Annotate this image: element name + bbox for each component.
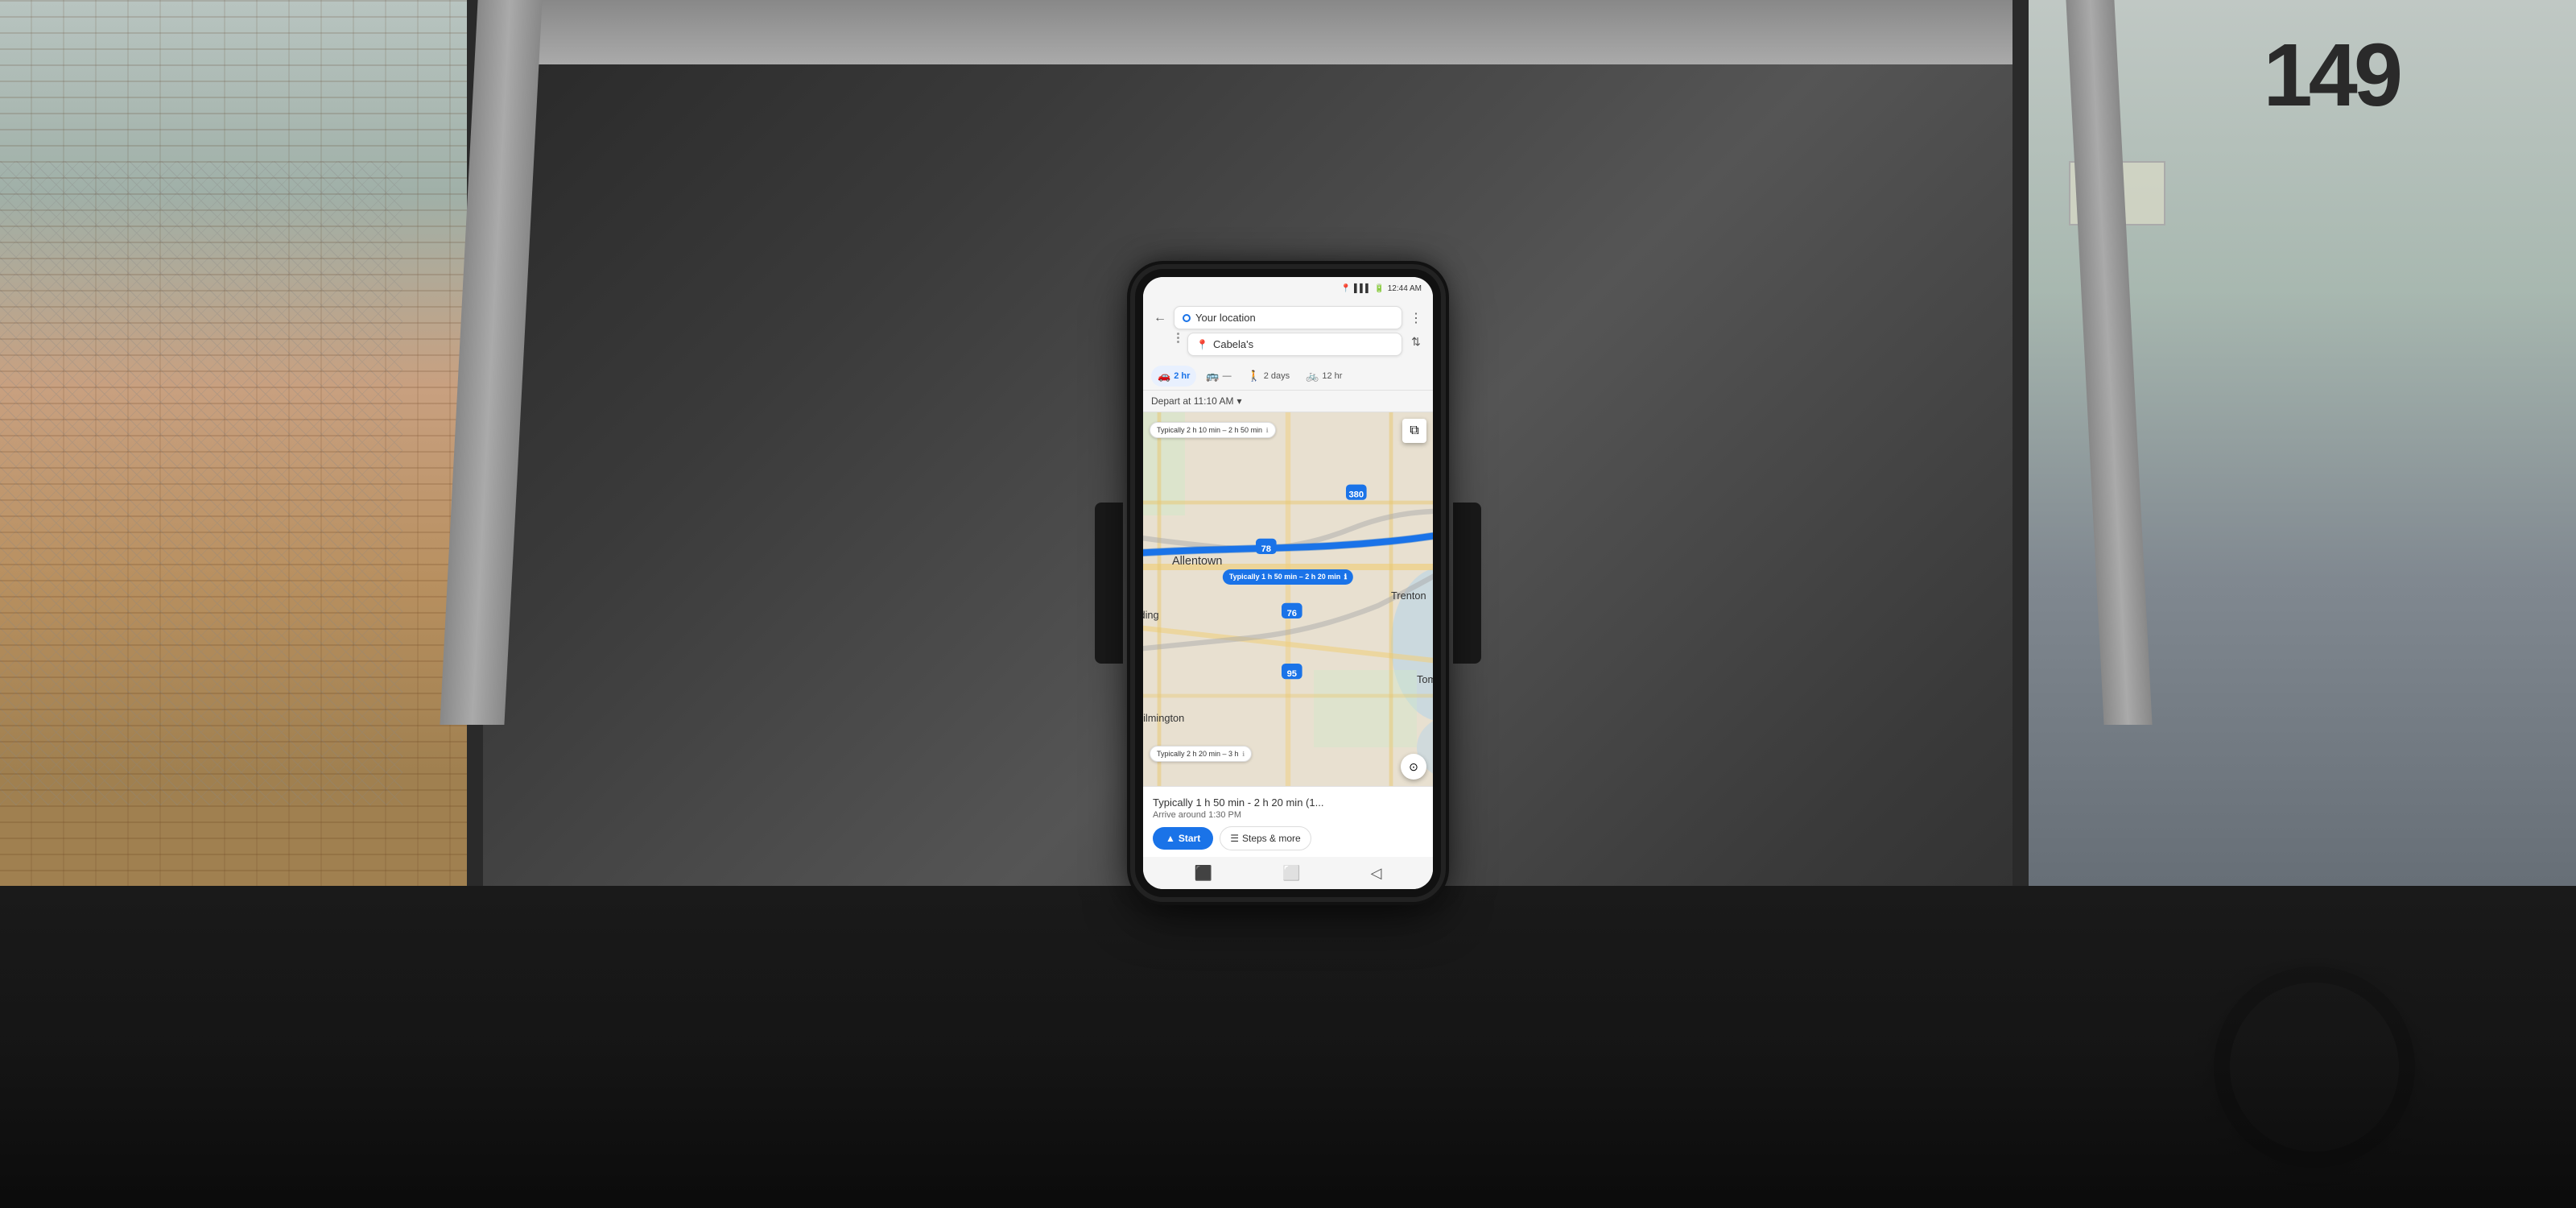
- map-area[interactable]: 78 78 380 476 76 95 1 Allentown Read: [1143, 412, 1433, 786]
- dest-pin-icon: 📍: [1196, 339, 1208, 350]
- dest-section: 📍 Cabela's ⇅: [1151, 333, 1425, 356]
- locate-icon: ⊙: [1409, 760, 1418, 774]
- route-info-icon-bottom: ℹ: [1242, 751, 1245, 758]
- route-connector-dots: [1177, 333, 1179, 343]
- home-icon: ⬜: [1282, 865, 1300, 881]
- bus-icon: 🚌: [1206, 370, 1219, 383]
- android-nav-bar: ⬛ ⬜ ◁: [1143, 857, 1433, 889]
- battery-icon: 🔋: [1374, 284, 1384, 293]
- recent-apps-button[interactable]: ⬛: [1195, 865, 1212, 882]
- departure-text: Depart at 11:10 AM: [1151, 395, 1234, 407]
- mount-clamp-right: [1453, 503, 1481, 664]
- navigation-icon: ▲: [1166, 833, 1175, 844]
- dot-2: [1177, 337, 1179, 339]
- route-label-bottom: Typically 2 h 20 min – 3 h ℹ: [1150, 746, 1252, 762]
- steps-icon: ☰: [1230, 833, 1239, 844]
- recent-icon: ⬛: [1195, 865, 1212, 881]
- origin-dot-icon: [1183, 314, 1191, 322]
- signal-bars: ▌▌▌: [1354, 284, 1371, 293]
- phone-mount-area: 📍 ▌▌▌ 🔋 12:44 AM ← Your location ⋮: [1119, 60, 1457, 1107]
- start-label: Start: [1179, 833, 1200, 844]
- back-button[interactable]: ←: [1151, 309, 1169, 327]
- phone-shell: 📍 ▌▌▌ 🔋 12:44 AM ← Your location ⋮: [1135, 269, 1441, 897]
- steps-label: Steps & more: [1242, 833, 1301, 844]
- route-card: Typically 1 h 50 min - 2 h 20 min (1... …: [1143, 786, 1433, 857]
- transit-time: —: [1223, 371, 1232, 381]
- svg-text:380: 380: [1348, 490, 1364, 500]
- tab-transit[interactable]: 🚌 —: [1199, 366, 1237, 387]
- status-bar: 📍 ▌▌▌ 🔋 12:44 AM: [1143, 277, 1433, 300]
- tab-driving[interactable]: 🚗 2 hr: [1151, 366, 1196, 387]
- map-svg: 78 78 380 476 76 95 1 Allentown Read: [1143, 412, 1433, 786]
- tab-cycling[interactable]: 🚲 12 hr: [1299, 366, 1348, 387]
- brick-texture: [0, 0, 467, 966]
- selected-route-text: Typically 1 h 50 min – 2 h 20 min: [1229, 573, 1340, 581]
- route-arrive-time: Arrive around 1:30 PM: [1153, 810, 1423, 820]
- route-label-top: Typically 2 h 10 min – 2 h 50 min ℹ: [1150, 422, 1276, 438]
- mount-clamp-left: [1095, 503, 1123, 664]
- home-button[interactable]: ⬜: [1282, 865, 1300, 882]
- svg-text:Trenton: Trenton: [1391, 590, 1426, 602]
- swap-directions-button[interactable]: ⇅: [1407, 333, 1425, 350]
- transport-tabs: 🚗 2 hr 🚌 — 🚶 2 days 🚲 12 hr: [1143, 362, 1433, 391]
- driving-time: 2 hr: [1174, 371, 1190, 381]
- route-info-icon-top: ℹ: [1266, 427, 1269, 434]
- back-icon: ◁: [1371, 865, 1382, 881]
- layer-icon: ⧉: [1410, 424, 1418, 438]
- search-area: ← Your location ⋮: [1143, 300, 1433, 362]
- start-navigation-button[interactable]: ▲ Start: [1153, 827, 1213, 850]
- building-number: 149: [2263, 24, 2399, 126]
- route-label-selected: Typically 1 h 50 min – 2 h 20 min ℹ: [1223, 569, 1353, 585]
- time-display: 12:44 AM: [1388, 284, 1422, 293]
- route-actions: ▲ Start ☰ Steps & more: [1153, 826, 1423, 850]
- svg-text:Allentown: Allentown: [1172, 555, 1222, 568]
- svg-text:Wilmington: Wilmington: [1143, 712, 1184, 724]
- bike-icon: 🚲: [1306, 370, 1319, 383]
- dot-1: [1177, 333, 1179, 335]
- map-layer-button[interactable]: ⧉: [1402, 419, 1426, 443]
- phone-screen: 📍 ▌▌▌ 🔋 12:44 AM ← Your location ⋮: [1143, 277, 1433, 889]
- origin-input[interactable]: Your location: [1174, 306, 1402, 329]
- location-icon: 📍: [1341, 284, 1351, 293]
- svg-text:76: 76: [1287, 609, 1297, 618]
- dropdown-arrow-icon: ▾: [1237, 395, 1242, 407]
- more-options-button[interactable]: ⋮: [1407, 309, 1425, 327]
- svg-text:Toms River: Toms River: [1417, 673, 1433, 685]
- left-window: [0, 0, 483, 966]
- dest-wrapper: 📍 Cabela's: [1187, 333, 1402, 356]
- origin-row: ← Your location ⋮: [1151, 306, 1425, 329]
- route-info-icon-selected: ℹ: [1344, 573, 1347, 581]
- svg-text:95: 95: [1287, 669, 1297, 679]
- back-nav-button[interactable]: ◁: [1371, 865, 1382, 882]
- status-icons: 📍 ▌▌▌ 🔋 12:44 AM: [1341, 284, 1422, 293]
- route-time-range: Typically 1 h 50 min - 2 h 20 min (1...: [1153, 796, 1423, 809]
- destination-text: Cabela's: [1213, 338, 1253, 350]
- origin-text: Your location: [1195, 312, 1256, 324]
- steps-more-button[interactable]: ☰ Steps & more: [1220, 826, 1311, 850]
- svg-text:Reading: Reading: [1143, 609, 1159, 621]
- departure-row[interactable]: Depart at 11:10 AM ▾: [1143, 391, 1433, 412]
- dot-3: [1177, 341, 1179, 343]
- walking-time: 2 days: [1264, 371, 1290, 381]
- svg-text:78: 78: [1261, 544, 1271, 554]
- car-icon: 🚗: [1158, 370, 1170, 383]
- destination-input[interactable]: 📍 Cabela's: [1187, 333, 1402, 356]
- cycling-time: 12 hr: [1322, 371, 1342, 381]
- tab-walking[interactable]: 🚶 2 days: [1241, 366, 1297, 387]
- locate-me-button[interactable]: ⊙: [1401, 754, 1426, 780]
- walk-icon: 🚶: [1248, 370, 1261, 383]
